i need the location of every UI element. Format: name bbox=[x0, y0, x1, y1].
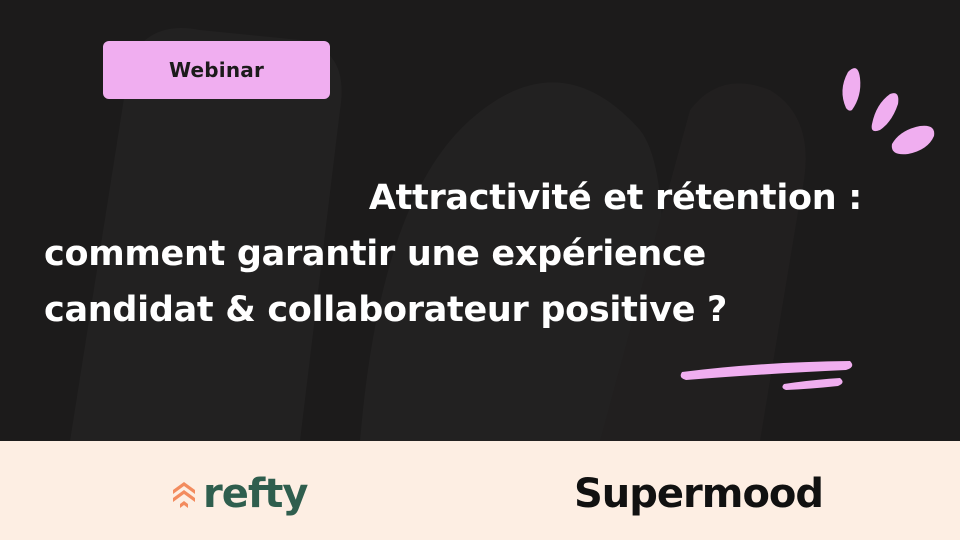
supermood-logo: Supermood bbox=[574, 471, 824, 517]
underline-stroke-1 bbox=[680, 361, 853, 380]
underline-stroke-2 bbox=[782, 378, 843, 390]
spark-stroke-3 bbox=[891, 125, 935, 155]
spark-stroke-1 bbox=[842, 68, 861, 111]
spark-stroke-2 bbox=[871, 93, 899, 132]
refty-logo: refty bbox=[171, 470, 308, 518]
decorative-shapes bbox=[680, 68, 935, 390]
hero-banner: Webinar Attractivité et rétention : comm… bbox=[0, 0, 960, 441]
refty-arrow-icon bbox=[173, 482, 195, 508]
refty-wordmark: refty bbox=[203, 471, 308, 517]
